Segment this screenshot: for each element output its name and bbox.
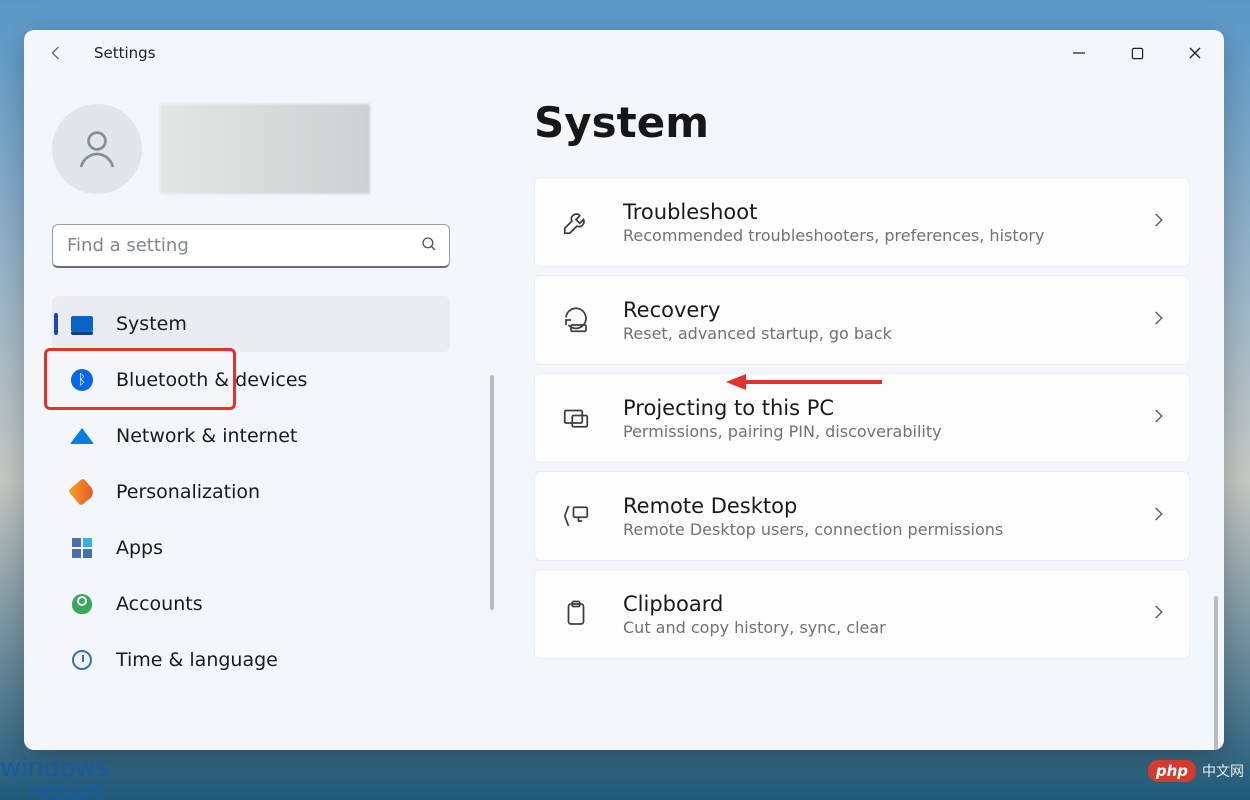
window-title: Settings (94, 44, 156, 62)
card-troubleshoot[interactable]: Troubleshoot Recommended troubleshooters… (534, 177, 1190, 267)
card-desc: Permissions, pairing PIN, discoverabilit… (623, 422, 1149, 441)
chevron-right-icon (1149, 309, 1167, 331)
sidebar-item-label: System (116, 313, 187, 335)
account-icon (70, 592, 94, 616)
profile-section (52, 104, 474, 194)
maximize-button[interactable] (1108, 30, 1166, 76)
page-title: System (534, 98, 1190, 147)
clipboard-icon (557, 595, 595, 633)
cn-text: 中文网 (1202, 761, 1244, 781)
sidebar-item-personalization[interactable]: Personalization (52, 464, 450, 520)
close-icon (1188, 46, 1202, 60)
sidebar-item-label: Network & internet (116, 425, 297, 447)
avatar[interactable] (52, 104, 142, 194)
apps-icon (70, 536, 94, 560)
titlebar: Settings (24, 30, 1224, 76)
sidebar-item-time-language[interactable]: Time & language (52, 632, 450, 688)
card-remote-desktop[interactable]: Remote Desktop Remote Desktop users, con… (534, 471, 1190, 561)
sidebar-item-bluetooth[interactable]: ᛒ Bluetooth & devices (52, 352, 450, 408)
sidebar-item-accounts[interactable]: Accounts (52, 576, 450, 632)
card-desc: Cut and copy history, sync, clear (623, 618, 1149, 637)
remote-desktop-icon (557, 497, 595, 535)
card-text: Troubleshoot Recommended troubleshooters… (623, 200, 1149, 245)
sidebar-item-label: Apps (116, 537, 163, 559)
card-text: Remote Desktop Remote Desktop users, con… (623, 494, 1149, 539)
card-title: Troubleshoot (623, 200, 1149, 224)
chevron-right-icon (1149, 603, 1167, 625)
nav-list: System ᛒ Bluetooth & devices Network & i… (52, 296, 474, 688)
chevron-right-icon (1149, 407, 1167, 429)
content-scrollbar[interactable] (1214, 596, 1218, 750)
search-icon (420, 235, 438, 257)
card-projecting[interactable]: Projecting to this PC Permissions, pairi… (534, 373, 1190, 463)
content-area: System Troubleshoot Recommended troubles… (484, 76, 1224, 750)
search-field[interactable] (52, 224, 450, 268)
card-title: Clipboard (623, 592, 1149, 616)
back-button[interactable] (42, 38, 72, 68)
sidebar-item-system[interactable]: System (52, 296, 450, 352)
card-title: Recovery (623, 298, 1149, 322)
sidebar-item-label: Accounts (116, 593, 203, 615)
sidebar-item-label: Personalization (116, 481, 260, 503)
clock-icon (70, 648, 94, 672)
arrow-left-icon (48, 44, 66, 62)
minimize-button[interactable] (1050, 30, 1108, 76)
watermark-line2: report (28, 781, 109, 800)
card-text: Recovery Reset, advanced startup, go bac… (623, 298, 1149, 343)
brush-icon (70, 480, 94, 504)
window-controls (1050, 30, 1224, 76)
card-text: Clipboard Cut and copy history, sync, cl… (623, 592, 1149, 637)
sidebar-item-label: Bluetooth & devices (116, 369, 307, 391)
settings-cards: Troubleshoot Recommended troubleshooters… (534, 177, 1190, 659)
body: System ᛒ Bluetooth & devices Network & i… (24, 76, 1224, 750)
card-text: Projecting to this PC Permissions, pairi… (623, 396, 1149, 441)
sidebar-item-network[interactable]: Network & internet (52, 408, 450, 464)
wrench-icon (557, 203, 595, 241)
sidebar-item-apps[interactable]: Apps (52, 520, 450, 576)
chevron-right-icon (1149, 211, 1167, 233)
php-badge: php (1148, 760, 1196, 782)
wifi-icon (70, 424, 94, 448)
watermark-php: php 中文网 (1148, 760, 1244, 782)
chevron-right-icon (1149, 505, 1167, 527)
close-button[interactable] (1166, 30, 1224, 76)
sidebar: System ᛒ Bluetooth & devices Network & i… (24, 76, 484, 750)
card-title: Projecting to this PC (623, 396, 1149, 420)
projecting-icon (557, 399, 595, 437)
profile-name-redacted (160, 104, 370, 194)
person-icon (73, 125, 121, 173)
card-title: Remote Desktop (623, 494, 1149, 518)
recovery-icon (557, 301, 595, 339)
search-input[interactable] (52, 224, 450, 268)
watermark-windowsreport: windows report (0, 757, 109, 800)
card-desc: Reset, advanced startup, go back (623, 324, 1149, 343)
minimize-icon (1072, 46, 1086, 60)
system-icon (70, 312, 94, 336)
card-recovery[interactable]: Recovery Reset, advanced startup, go bac… (534, 275, 1190, 365)
sidebar-item-label: Time & language (116, 649, 278, 671)
maximize-icon (1131, 47, 1144, 60)
card-clipboard[interactable]: Clipboard Cut and copy history, sync, cl… (534, 569, 1190, 659)
bluetooth-icon: ᛒ (70, 368, 94, 392)
settings-window: Settings (24, 30, 1224, 750)
card-desc: Remote Desktop users, connection permiss… (623, 520, 1149, 539)
card-desc: Recommended troubleshooters, preferences… (623, 226, 1149, 245)
